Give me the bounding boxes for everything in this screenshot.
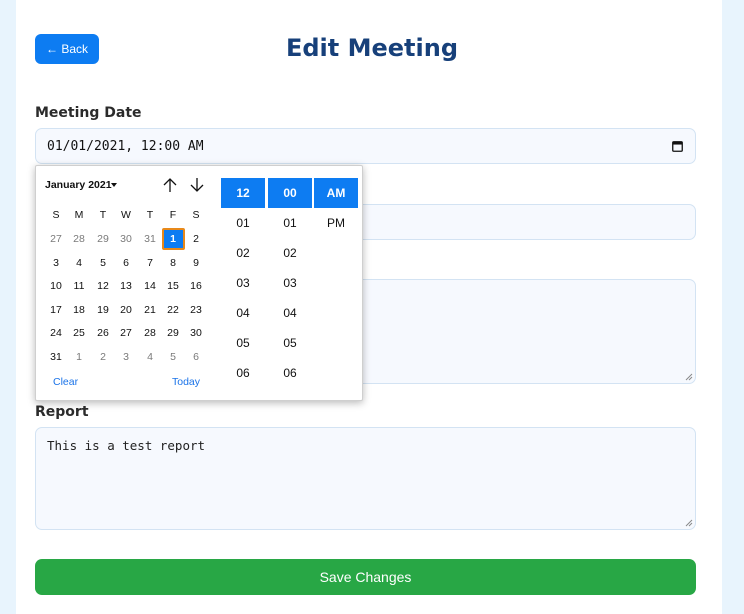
hour-column: 12 01 02 03 04 05 06 — [221, 178, 265, 388]
calendar-day[interactable]: 21 — [139, 299, 162, 321]
calendar-day[interactable]: 6 — [185, 346, 208, 368]
calendar-day[interactable]: 3 — [45, 252, 68, 274]
calendar-day[interactable]: 3 — [115, 346, 138, 368]
minute-option[interactable]: 06 — [268, 358, 312, 388]
calendar-day[interactable]: 27 — [115, 322, 138, 344]
minute-option[interactable]: 02 — [268, 238, 312, 268]
calendar-day[interactable]: 22 — [162, 299, 185, 321]
meridiem-column: AM PM — [314, 178, 358, 238]
calendar-day[interactable]: 13 — [115, 275, 138, 297]
save-changes-label: Save Changes — [319, 569, 412, 585]
calendar-day[interactable]: 14 — [139, 275, 162, 297]
calendar-day[interactable]: 7 — [139, 252, 162, 274]
calendar-day[interactable]: 29 — [92, 228, 115, 250]
calendar-day[interactable]: 23 — [185, 299, 208, 321]
calendar-day[interactable]: 30 — [115, 228, 138, 250]
calendar-day[interactable]: 15 — [162, 275, 185, 297]
minute-option[interactable]: 00 — [268, 178, 312, 208]
weekday-label: F — [169, 209, 177, 221]
hour-option[interactable]: 01 — [221, 208, 265, 238]
report-textarea[interactable]: This is a test report — [35, 427, 696, 530]
calendar-icon[interactable] — [672, 140, 683, 152]
datetime-picker: January 2021 SMTWTFS 27 28 29 30 31 1 2 3 4 5 6 7 8 9… — [35, 165, 363, 401]
calendar-day[interactable]: 29 — [162, 322, 185, 344]
calendar-day[interactable]: 4 — [68, 252, 91, 274]
calendar-day[interactable]: 2 — [185, 228, 208, 250]
meeting-date-input[interactable]: 01/01/2021, 12:00 AM — [35, 128, 696, 164]
arrow-up-icon[interactable] — [162, 176, 178, 194]
calendar-day[interactable]: 24 — [45, 322, 68, 344]
calendar-day[interactable]: 16 — [185, 275, 208, 297]
meridiem-option[interactable]: PM — [314, 208, 358, 238]
caret-down-icon[interactable] — [111, 183, 117, 187]
page-title: Edit Meeting — [285, 34, 459, 62]
calendar-day[interactable]: 1 — [68, 346, 91, 368]
calendar-day[interactable]: 31 — [139, 228, 162, 250]
resize-grip-icon[interactable] — [685, 373, 693, 381]
calendar-day[interactable]: 27 — [45, 228, 68, 250]
clear-link[interactable]: Clear — [53, 376, 78, 388]
calendar-day[interactable]: 31 — [45, 346, 68, 368]
minute-option[interactable]: 01 — [268, 208, 312, 238]
weekday-label: S — [192, 209, 200, 221]
calendar-day[interactable]: 10 — [45, 275, 68, 297]
report-value: This is a test report — [47, 438, 206, 453]
calendar-day[interactable]: 9 — [185, 252, 208, 274]
calendar-day[interactable]: 2 — [92, 346, 115, 368]
minute-column: 00 01 02 03 04 05 06 — [268, 178, 312, 388]
calendar-day[interactable]: 17 — [45, 299, 68, 321]
today-link[interactable]: Today — [172, 376, 200, 388]
calendar-day[interactable]: 20 — [115, 299, 138, 321]
hour-option[interactable]: 12 — [221, 178, 265, 208]
report-label: Report — [35, 404, 89, 420]
calendar-day[interactable]: 25 — [68, 322, 91, 344]
resize-grip-icon[interactable] — [685, 519, 693, 527]
hour-option[interactable]: 03 — [221, 268, 265, 298]
calendar-day[interactable]: 19 — [92, 299, 115, 321]
weekday-label: S — [52, 209, 60, 221]
minute-option[interactable]: 03 — [268, 268, 312, 298]
meridiem-option[interactable]: AM — [314, 178, 358, 208]
calendar-day[interactable]: 18 — [68, 299, 91, 321]
hour-option[interactable]: 06 — [221, 358, 265, 388]
minute-option[interactable]: 05 — [268, 328, 312, 358]
hour-option[interactable]: 02 — [221, 238, 265, 268]
hour-option[interactable]: 04 — [221, 298, 265, 328]
month-year-dropdown[interactable]: January 2021 — [45, 179, 112, 191]
weekday-label: T — [99, 209, 107, 221]
save-changes-button[interactable]: Save Changes — [35, 559, 696, 595]
weekday-label: W — [121, 209, 131, 221]
calendar-day[interactable]: 4 — [139, 346, 162, 368]
calendar-day[interactable]: 26 — [92, 322, 115, 344]
arrow-down-icon[interactable] — [189, 176, 205, 194]
calendar-day[interactable]: 5 — [162, 346, 185, 368]
weekday-label: T — [146, 209, 154, 221]
calendar-day[interactable]: 6 — [115, 252, 138, 274]
calendar-day[interactable]: 12 — [92, 275, 115, 297]
meeting-date-label: Meeting Date — [35, 105, 142, 121]
calendar-day[interactable]: 11 — [68, 275, 91, 297]
calendar-day[interactable]: 5 — [92, 252, 115, 274]
minute-option[interactable]: 04 — [268, 298, 312, 328]
weekday-label: M — [74, 209, 84, 221]
calendar-day[interactable]: 28 — [68, 228, 91, 250]
meeting-date-value: 01/01/2021, 12:00 AM — [47, 138, 204, 154]
calendar-day[interactable]: 8 — [162, 252, 185, 274]
calendar-day-selected[interactable]: 1 — [161, 228, 185, 250]
hour-option[interactable]: 05 — [221, 328, 265, 358]
calendar-day[interactable]: 28 — [139, 322, 162, 344]
calendar-day[interactable]: 30 — [185, 322, 208, 344]
